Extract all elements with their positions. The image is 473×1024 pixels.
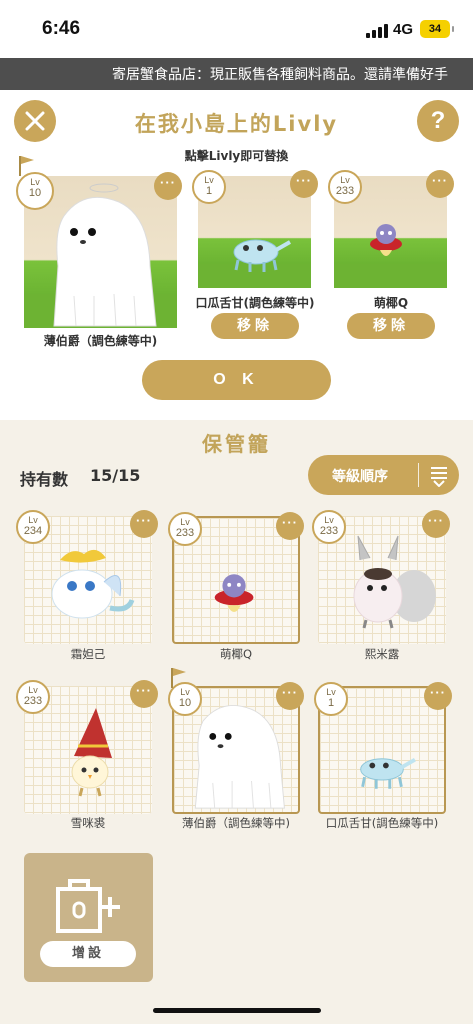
storage-slot-4[interactable]: Lv 233 ··· <box>16 680 158 814</box>
island-livly-name-2: 口瓜舌甘(調色練等中) <box>195 296 315 310</box>
storage-slot-name-6: 口瓜舌甘(調色練等中) <box>325 816 439 830</box>
storage-slot-6[interactable]: Lv 1 ··· <box>314 682 452 814</box>
island-livly-name-1: 薄伯爵（調色練等中) <box>43 334 158 348</box>
level-badge: Lv 1 <box>192 170 226 204</box>
island-livly-panel: 在我小島上的Livly ? 點擊Livly即可替換 Lv 10 ··· 薄伯爵（… <box>0 90 473 420</box>
level-badge: Lv 10 <box>16 172 54 210</box>
level-badge: Lv 233 <box>16 680 50 714</box>
storage-slot-1[interactable]: Lv 234 ··· <box>16 510 158 644</box>
storage-title: 保管籠 <box>202 432 271 456</box>
storage-slot-name-4: 雪咪裘 <box>70 816 106 830</box>
news-ticker: 寄居蟹食品店：現正販售各種飼料商品。還請準備好手 <box>0 58 473 90</box>
storage-slot-3[interactable]: Lv 233 ··· <box>312 510 450 644</box>
sort-divider <box>418 463 419 487</box>
owned-count-value: 15/15 <box>90 466 141 485</box>
island-livly-card-3[interactable]: Lv 233 ··· <box>328 170 454 288</box>
island-livly-card-2[interactable]: Lv 1 ··· <box>192 170 318 288</box>
more-options-button[interactable]: ··· <box>422 510 450 538</box>
storage-slot-name-2: 萌椰Q <box>219 647 253 661</box>
news-ticker-text: 寄居蟹食品店：現正販售各種飼料商品。還請準備好手 <box>112 67 448 83</box>
network-label: 4G <box>393 21 414 38</box>
owned-count-label: 持有數 <box>20 470 69 489</box>
sort-order-icon <box>431 467 447 487</box>
sort-label: 等級順序 <box>332 469 388 485</box>
remove-button[interactable]: 移除 <box>211 313 299 339</box>
sort-button[interactable]: 等級順序 <box>308 455 459 495</box>
more-options-button[interactable]: ··· <box>276 512 304 540</box>
level-badge: Lv 1 <box>314 682 348 716</box>
signal-icon <box>366 24 388 38</box>
bag-plus-icon <box>56 879 120 933</box>
add-storage-slot[interactable]: 增設 <box>24 853 153 982</box>
flag-icon <box>171 668 186 688</box>
level-badge: Lv 234 <box>16 510 50 544</box>
panel-subtitle: 點擊Livly即可替換 <box>184 149 289 163</box>
storage-slot-2[interactable]: Lv 233 ··· <box>168 512 304 644</box>
more-options-button[interactable]: ··· <box>130 680 158 708</box>
more-options-button[interactable]: ··· <box>426 170 454 198</box>
help-button[interactable]: ? <box>417 100 459 142</box>
battery-icon: 34 <box>420 20 454 38</box>
more-options-button[interactable]: ··· <box>276 682 304 710</box>
more-options-button[interactable]: ··· <box>154 172 182 200</box>
more-options-button[interactable]: ··· <box>130 510 158 538</box>
panel-title: 在我小島上的Livly <box>134 112 339 136</box>
island-livly-name-3: 萌椰Q <box>373 296 409 310</box>
level-badge: Lv 233 <box>168 512 202 546</box>
storage-slot-name-5: 薄伯爵（調色練等中) <box>182 816 290 830</box>
level-badge: Lv 233 <box>328 170 362 204</box>
status-bar: 6:46 4G 34 <box>0 0 473 58</box>
add-slot-button[interactable]: 增設 <box>40 941 136 967</box>
home-indicator[interactable] <box>153 1008 321 1013</box>
storage-slot-5[interactable]: Lv 10 ··· <box>168 668 304 814</box>
island-livly-card-1[interactable]: Lv 10 ··· <box>16 156 182 328</box>
status-time: 6:46 <box>42 18 81 39</box>
flag-icon <box>19 156 34 176</box>
ok-button[interactable]: O K <box>142 360 331 400</box>
remove-button[interactable]: 移除 <box>347 313 435 339</box>
storage-slot-name-1: 霜妲己 <box>70 647 106 661</box>
level-badge: Lv 233 <box>312 510 346 544</box>
storage-slot-name-3: 熙米露 <box>364 647 400 661</box>
more-options-button[interactable]: ··· <box>424 682 452 710</box>
more-options-button[interactable]: ··· <box>290 170 318 198</box>
